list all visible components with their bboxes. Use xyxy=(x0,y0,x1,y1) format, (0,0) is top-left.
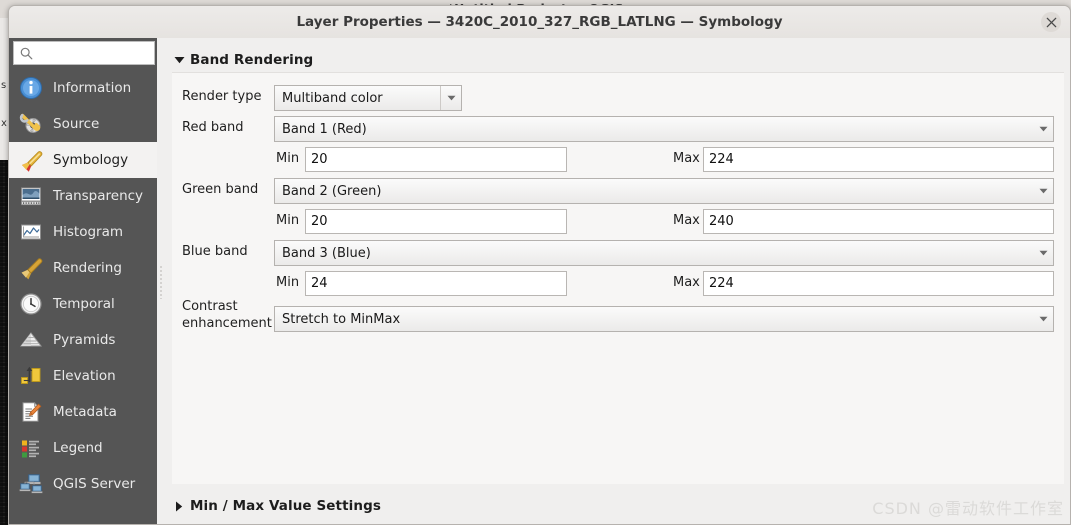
green-min-value: 20 xyxy=(311,214,328,229)
dialog-title: Layer Properties — 3420C_2010_327_RGB_LA… xyxy=(296,14,783,30)
csdn-watermark: CSDN @雷动软件工作室 xyxy=(872,499,1064,518)
sidebar-item-label: Temporal xyxy=(53,296,115,312)
blue-band-combo[interactable]: Band 3 (Blue) xyxy=(274,240,1054,266)
close-icon xyxy=(1046,17,1057,28)
pyramids-icon xyxy=(18,327,44,353)
group-label: Min / Max Value Settings xyxy=(190,498,381,514)
sidebar-item-rendering[interactable]: Rendering xyxy=(9,250,157,286)
symbology-brush-icon xyxy=(18,147,44,173)
sidebar-item-label: Symbology xyxy=(53,152,129,168)
close-button[interactable] xyxy=(1041,12,1061,32)
red-band-combo[interactable]: Band 1 (Red) xyxy=(274,116,1054,142)
blue-band-label: Blue band xyxy=(182,244,248,259)
sidebar-item-label: Source xyxy=(53,116,100,132)
chevron-down-icon xyxy=(1033,316,1053,322)
blue-max-label: Max xyxy=(673,275,700,290)
red-min-input[interactable]: 20 xyxy=(305,147,567,172)
source-wrench-icon xyxy=(18,111,44,137)
red-max-label: Max xyxy=(673,151,700,166)
sidebar-item-pyramids[interactable]: Pyramids xyxy=(9,322,157,358)
contrast-enhancement-combo[interactable]: Stretch to MinMax xyxy=(274,306,1054,332)
layer-properties-dialog: Layer Properties — 3420C_2010_327_RGB_LA… xyxy=(8,5,1071,525)
sidebar-item-label: Legend xyxy=(53,440,103,456)
blue-min-value: 24 xyxy=(311,276,328,291)
chevron-down-icon xyxy=(1033,126,1053,132)
sidebar-item-label: Information xyxy=(53,80,132,96)
information-icon xyxy=(18,75,44,101)
red-band-label: Red band xyxy=(182,120,244,135)
red-max-value: 224 xyxy=(709,152,734,167)
rendering-brush-icon xyxy=(18,255,44,281)
legend-list-icon xyxy=(18,435,44,461)
sidebar-item-label: Metadata xyxy=(53,404,117,420)
green-band-value: Band 2 (Green) xyxy=(282,183,382,199)
clock-icon xyxy=(18,291,44,317)
render-type-value: Multiband color xyxy=(282,90,383,106)
sidebar-item-source[interactable]: Source xyxy=(9,106,157,142)
green-band-label: Green band xyxy=(182,182,259,197)
contrast-enhancement-label-line1: Contrast xyxy=(182,299,238,314)
triangle-down-icon xyxy=(172,56,186,64)
sidebar-item-label: Rendering xyxy=(53,260,122,276)
sidebar-item-temporal[interactable]: Temporal xyxy=(9,286,157,322)
sidebar-item-label: Transparency xyxy=(53,188,144,204)
sidebar-nav-list: Information Source Symbology Transparenc… xyxy=(9,70,157,524)
sidebar-item-transparency[interactable]: Transparency xyxy=(9,178,157,214)
dialog-titlebar: Layer Properties — 3420C_2010_327_RGB_LA… xyxy=(9,6,1070,39)
sidebar-item-label: QGIS Server xyxy=(53,476,136,492)
splitter-grip-icon xyxy=(160,264,162,299)
green-max-value: 240 xyxy=(709,214,734,229)
contrast-enhancement-value: Stretch to MinMax xyxy=(282,311,401,327)
histogram-icon xyxy=(18,219,44,245)
chevron-down-icon xyxy=(1033,250,1053,256)
sidebar-item-qgis-server[interactable]: QGIS Server xyxy=(9,466,157,502)
blue-max-value: 224 xyxy=(709,276,734,291)
blue-max-input[interactable]: 224 xyxy=(703,271,1054,296)
render-type-label: Render type xyxy=(182,89,262,104)
group-min-max-value-settings-header[interactable]: Min / Max Value Settings xyxy=(172,496,381,516)
contrast-enhancement-label-line2: enhancement xyxy=(182,316,272,331)
blue-min-input[interactable]: 24 xyxy=(305,271,567,296)
red-min-label: Min xyxy=(276,151,300,166)
search-icon xyxy=(20,47,33,60)
sidebar-item-label: Histogram xyxy=(53,224,124,240)
green-min-input[interactable]: 20 xyxy=(305,209,567,234)
red-band-value: Band 1 (Red) xyxy=(282,121,367,137)
blue-band-value: Band 3 (Blue) xyxy=(282,245,371,261)
chevron-down-icon xyxy=(440,86,461,110)
band-rendering-panel: Render type Multiband color Red band Ban… xyxy=(172,72,1064,484)
green-max-input[interactable]: 240 xyxy=(703,209,1054,234)
panel-fragment-1: s xyxy=(1,80,7,91)
render-type-combo[interactable]: Multiband color xyxy=(274,85,462,111)
green-min-label: Min xyxy=(276,213,300,228)
sidebar-item-elevation[interactable]: Elevation xyxy=(9,358,157,394)
sidebar-splitter[interactable] xyxy=(157,38,166,524)
sidebar: Information Source Symbology Transparenc… xyxy=(9,38,157,524)
sidebar-item-legend[interactable]: Legend xyxy=(9,430,157,466)
sidebar-item-symbology[interactable]: Symbology xyxy=(9,142,157,178)
green-band-combo[interactable]: Band 2 (Green) xyxy=(274,178,1054,204)
transparency-icon xyxy=(18,183,44,209)
blue-min-label: Min xyxy=(276,275,300,290)
sidebar-item-information[interactable]: Information xyxy=(9,70,157,106)
sidebar-item-label: Elevation xyxy=(53,368,116,384)
group-band-rendering-header[interactable]: Band Rendering xyxy=(172,50,313,70)
panel-fragment-2: x xyxy=(1,118,7,129)
group-label: Band Rendering xyxy=(190,52,314,68)
sidebar-item-histogram[interactable]: Histogram xyxy=(9,214,157,250)
triangle-right-icon xyxy=(172,501,186,512)
search-input[interactable] xyxy=(37,45,149,61)
chevron-down-icon xyxy=(1033,188,1053,194)
server-icon xyxy=(18,471,44,497)
green-max-label: Max xyxy=(673,213,700,228)
red-min-value: 20 xyxy=(311,152,328,167)
sidebar-item-metadata[interactable]: Metadata xyxy=(9,394,157,430)
metadata-pencil-icon xyxy=(18,399,44,425)
dialog-body: Information Source Symbology Transparenc… xyxy=(9,38,1070,524)
red-max-input[interactable]: 224 xyxy=(703,147,1054,172)
symbology-content-pane: Band Rendering Render type Multiband col… xyxy=(166,38,1070,524)
sidebar-search-box[interactable] xyxy=(13,41,155,65)
elevation-arrow-icon xyxy=(18,363,44,389)
sidebar-item-label: Pyramids xyxy=(53,332,116,348)
